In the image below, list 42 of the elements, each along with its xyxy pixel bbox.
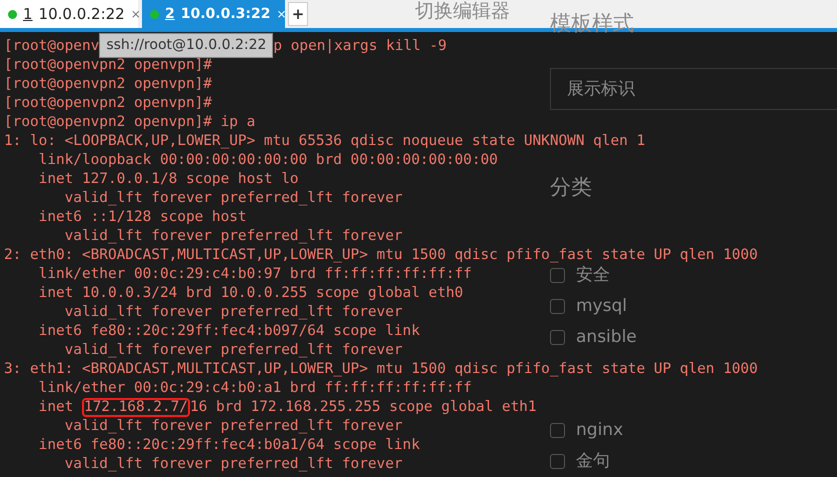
terminal-line: [root@openvpn2 openvpn]# (4, 75, 212, 94)
terminal-line: inet 127.0.0.1/8 scope host lo (38, 170, 299, 189)
checkbox[interactable] (550, 454, 565, 469)
terminal-line: [root@openvpn2 openvpn]# (4, 56, 212, 75)
checkbox[interactable] (550, 299, 565, 314)
terminal-line: 3: eth1: <BROADCAST,MULTICAST,UP,LOWER_UP> mtu 1500 qdisc pfifo_fast state UP qlen 1000 (4, 360, 758, 379)
checkbox[interactable] (550, 268, 565, 283)
terminal-line: [root@openvpn2 openvpn]# (4, 94, 212, 113)
terminal-line: 1: lo: <LOOPBACK,UP,LOWER_UP> mtu 65536 qdisc noqueue state UNKNOWN qlen 1 (4, 132, 646, 151)
tooltip: ssh://root@10.0.0.2:22 (99, 33, 274, 58)
checkbox[interactable] (550, 423, 565, 438)
checkbox-label: ansible (576, 326, 637, 349)
checkbox-label: nginx (576, 418, 624, 442)
terminal-line: [root@openv (4, 37, 100, 56)
terminal-line: inet6 fe80::20c:29ff:fec4:b097/64 scope link (38, 322, 420, 341)
text-field[interactable]: 展示标识 (550, 68, 837, 110)
terminal-tab[interactable]: 1 10.0.0.2:22 × (0, 0, 138, 28)
checkbox-label: mysql (576, 294, 627, 318)
terminal-line: inet6 fe80::20c:29ff:fec4:b0a1/64 scope link (38, 436, 420, 455)
terminal-line: valid_lft forever preferred_lft forever (64, 341, 403, 360)
terminal-line: link/loopback 00:00:00:00:00:00 brd 00:00:00:00:00:00 (38, 151, 498, 170)
highlight-box: 172.168.2.7/ (82, 398, 190, 417)
terminal-line: valid_lft forever preferred_lft forever (64, 189, 403, 208)
checkbox-label: 安全 (576, 264, 610, 287)
terminal-line: valid_lft forever preferred_lft forever (64, 417, 403, 436)
terminal-line: inet6 ::1/128 scope host (38, 208, 247, 227)
terminal-tab[interactable]: 2 10.0.0.3:22 × (142, 0, 285, 28)
new-tab-button[interactable]: + (288, 2, 308, 26)
checkbox-label: 金句 (576, 450, 610, 473)
terminal-line: valid_lft forever preferred_lft forever (64, 455, 403, 474)
terminal-line: link/ether 00:0c:29:c4:b0:97 brd ff:ff:ff:ff:ff:ff (38, 265, 472, 284)
checkbox[interactable] (550, 330, 565, 345)
terminal-line: [root@openvpn2 openvpn]# ip a (4, 113, 256, 132)
terminal-line: inet (38, 398, 74, 417)
terminal-line: link/ether 00:0c:29:c4:b0:a1 brd ff:ff:ff:ff:ff:ff (38, 379, 472, 398)
section-title: 分类 (550, 174, 593, 200)
terminal-line: p open|xargs kill -9 (273, 37, 447, 56)
terminal-line: 16 brd 172.168.255.255 scope global eth1 (190, 398, 537, 417)
terminal-line: valid_lft forever preferred_lft forever (64, 227, 403, 246)
terminal-line: valid_lft forever preferred_lft forever (64, 303, 403, 322)
terminal-line: 2: eth0: <BROADCAST,MULTICAST,UP,LOWER_UP> mtu 1500 qdisc pfifo_fast state UP qlen 1000 (4, 246, 758, 265)
terminal-line: inet 10.0.0.3/24 brd 10.0.0.255 scope global eth0 (38, 284, 464, 303)
